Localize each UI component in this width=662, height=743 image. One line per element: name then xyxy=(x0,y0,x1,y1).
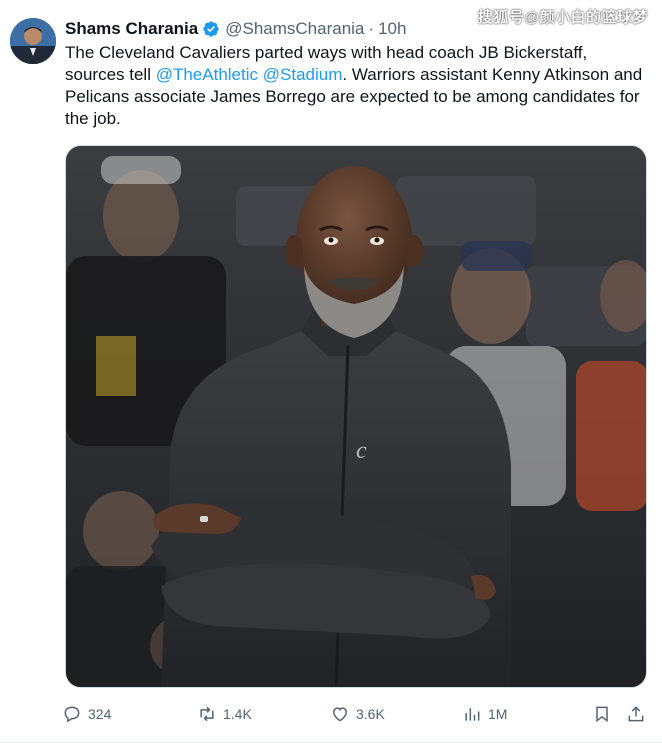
reply-icon xyxy=(64,706,80,723)
action-bar: 324 1.4K 3.6K 1M xyxy=(62,700,650,728)
header-separator: · xyxy=(368,19,375,38)
verified-badge-icon[interactable] xyxy=(202,20,220,38)
bookmark-icon xyxy=(596,706,608,723)
mention-link-stadium[interactable]: @Stadium xyxy=(263,65,343,84)
display-name[interactable]: Shams Charania xyxy=(65,19,198,39)
views-icon xyxy=(465,708,480,721)
handle[interactable]: @ShamsCharania xyxy=(225,19,364,39)
bookmark-button[interactable] xyxy=(592,700,618,728)
svg-text:c: c xyxy=(356,438,367,464)
avatar-image xyxy=(10,18,56,64)
repost-count: 1.4K xyxy=(223,706,252,722)
share-icon xyxy=(628,706,644,722)
tweet-photo[interactable]: c xyxy=(65,145,647,688)
share-button[interactable] xyxy=(626,700,652,728)
tweet-header: Shams Charania @ShamsCharania · 10h xyxy=(65,18,406,40)
views-button[interactable]: 1M xyxy=(462,700,507,728)
like-button[interactable]: 3.6K xyxy=(330,700,385,728)
mention-link-theathletic[interactable]: @TheAthletic xyxy=(156,65,258,84)
watermark: 搜狐号@颜小白的篮球梦 xyxy=(477,9,648,26)
views-count: 1M xyxy=(488,706,508,722)
avatar[interactable] xyxy=(10,18,56,64)
timestamp[interactable]: 10h xyxy=(378,19,406,39)
repost-icon xyxy=(200,706,214,722)
reply-button[interactable]: 324 xyxy=(62,700,111,728)
like-count: 3.6K xyxy=(356,706,385,722)
repost-button[interactable]: 1.4K xyxy=(197,700,252,728)
heart-icon xyxy=(332,707,348,722)
coach-photo: c xyxy=(66,146,646,687)
tweet-text: The Cleveland Cavaliers parted ways with… xyxy=(65,42,650,130)
reply-count: 324 xyxy=(88,706,112,722)
tweet-card[interactable]: Shams Charania @ShamsCharania · 10h 搜狐号@… xyxy=(0,0,662,743)
